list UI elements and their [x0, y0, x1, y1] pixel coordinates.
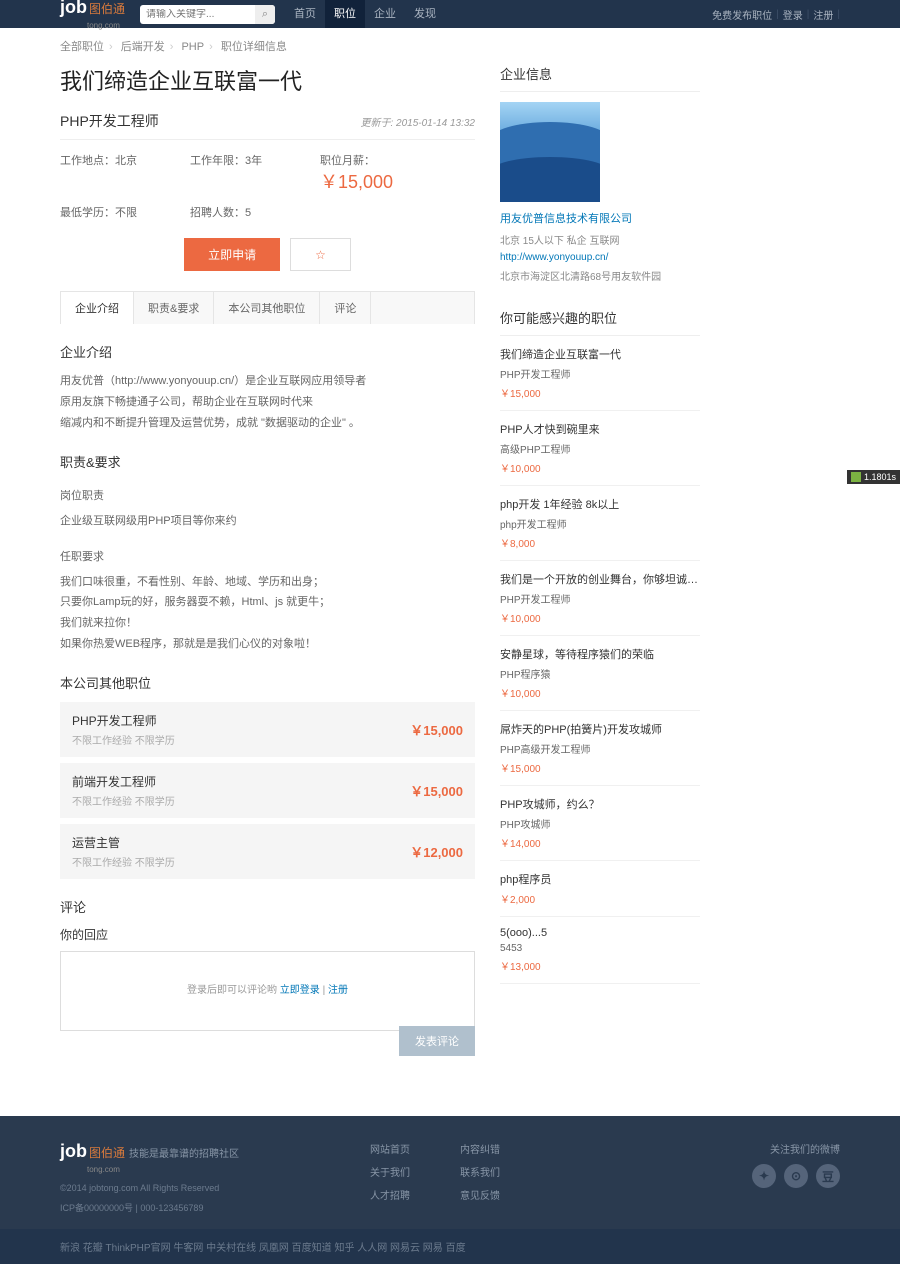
hint-register[interactable]: 注册: [328, 985, 348, 996]
page-title: 我们缔造企业互联富一代: [60, 64, 475, 96]
footer-link[interactable]: 内容纠错: [460, 1145, 500, 1156]
crumb-current: 职位详细信息: [221, 41, 287, 53]
register-link[interactable]: 注册: [813, 7, 833, 22]
company-website-link[interactable]: http://www.yonyouup.cn/: [500, 252, 700, 263]
footer-col1: 网站首页 关于我们 人才招聘: [370, 1141, 410, 1214]
friend-links: 新浪 花瓣 ThinkPHP官网 牛客网 中关村在线 凤凰网 百度知道 知乎 人…: [60, 1239, 840, 1254]
post-job-link[interactable]: 免费发布职位: [712, 7, 772, 22]
company-meta: 北京 15人以下 私企 互联网: [500, 232, 700, 247]
section-duty: 职责&要求 岗位职责 企业级互联网级用PHP项目等你来约 任职要求 我们口味很重…: [60, 452, 475, 655]
interest-item[interactable]: php程序员￥2,000: [500, 861, 700, 917]
company-name-link[interactable]: 用友优普信息技术有限公司: [500, 210, 700, 226]
logo-cn: 图伯通: [89, 2, 125, 16]
footer-col2: 内容纠错 联系我们 意见反馈: [460, 1141, 500, 1214]
apply-button[interactable]: 立即申请: [184, 238, 280, 271]
logo[interactable]: job 图伯通 tong.com: [60, 0, 125, 31]
interest-item[interactable]: php开发 1年经验 8k以上php开发工程师￥8,000: [500, 486, 700, 561]
section-intro: 企业介绍 用友优普（http://www.yonyouup.cn/）是企业互联网…: [60, 342, 475, 434]
info-grid: 工作地点：北京 工作年限：3年 职位月薪： ￥15,000 最低学历：不限 招聘…: [60, 152, 475, 220]
interest-item[interactable]: 我们是一个开放的创业舞台，你够坦诚、够任性，...PHP开发工程师￥10,000: [500, 561, 700, 636]
hint-login[interactable]: 立即登录: [280, 985, 320, 996]
douban-icon[interactable]: 豆: [816, 1164, 840, 1188]
logo-main: job: [60, 0, 87, 18]
breadcrumb: 全部职位› 后端开发› PHP› 职位详细信息: [60, 28, 840, 64]
nav-company[interactable]: 企业: [365, 0, 405, 28]
tabs: 企业介绍 职责&要求 本公司其他职位 评论: [60, 291, 475, 324]
section-comment: 评论 你的回应 登录后即可以评论哟 立即登录 | 注册 发表评论: [60, 897, 475, 996]
perf-badge: 1.1801s: [847, 470, 900, 484]
interest-section: 你可能感兴趣的职位 我们缔造企业互联富一代PHP开发工程师￥15,000PHP人…: [500, 308, 700, 984]
search-icon[interactable]: ⌕: [255, 5, 275, 24]
section-other-jobs: 本公司其他职位 PHP开发工程师不限工作经验 不限学历￥15,000前端开发工程…: [60, 673, 475, 879]
interest-item[interactable]: PHP攻城师，约么？PHP攻城师￥14,000: [500, 786, 700, 861]
footer-link[interactable]: 意见反馈: [460, 1191, 500, 1202]
login-link[interactable]: 登录: [783, 7, 803, 22]
company-image: [500, 102, 600, 202]
tab-duty[interactable]: 职责&要求: [134, 292, 214, 324]
search-box: ⌕: [140, 5, 275, 24]
other-job-item[interactable]: 运营主管不限工作经验 不限学历￥12,000: [60, 824, 475, 879]
tab-other[interactable]: 本公司其他职位: [214, 292, 320, 324]
weibo-icon[interactable]: ⊙: [784, 1164, 808, 1188]
footer-link[interactable]: 人才招聘: [370, 1191, 410, 1202]
interest-item[interactable]: 安静星球，等待程序猿们的荣临PHP程序猿￥10,000: [500, 636, 700, 711]
footer-link[interactable]: 关于我们: [370, 1168, 410, 1179]
tab-intro[interactable]: 企业介绍: [61, 292, 134, 324]
header-right: 免费发布职位 | 登录 | 注册 |: [712, 7, 840, 22]
nav-jobs[interactable]: 职位: [325, 0, 365, 28]
crumb-php[interactable]: PHP: [181, 41, 204, 53]
footer-logo: job 图伯通 tong.com 技能是最靠谱的招聘社区: [60, 1141, 325, 1175]
interest-item[interactable]: 我们缔造企业互联富一代PHP开发工程师￥15,000: [500, 336, 700, 411]
search-input[interactable]: [140, 9, 255, 20]
salary: ￥15,000: [320, 172, 393, 192]
job-subtitle: PHP开发工程师: [60, 111, 159, 131]
nav-discover[interactable]: 发现: [405, 0, 445, 28]
company-card: 企业信息 用友优普信息技术有限公司 北京 15人以下 私企 互联网 http:/…: [500, 64, 700, 283]
interest-item[interactable]: 5(ooo)...55453￥13,000: [500, 917, 700, 984]
footer-link[interactable]: 网站首页: [370, 1145, 410, 1156]
main-nav: 首页 职位 企业 发现: [285, 0, 445, 28]
footer-link[interactable]: 联系我们: [460, 1168, 500, 1179]
crumb-all[interactable]: 全部职位: [60, 41, 104, 53]
wechat-icon[interactable]: ✦: [752, 1164, 776, 1188]
crumb-backend[interactable]: 后端开发: [121, 41, 165, 53]
submit-comment-button[interactable]: 发表评论: [399, 1026, 475, 1056]
interest-item[interactable]: 屌炸天的PHP(拍簧片)开发攻城师PHP高级开发工程师￥15,000: [500, 711, 700, 786]
tab-comment[interactable]: 评论: [320, 292, 371, 324]
interest-item[interactable]: PHP人才快到碗里来高级PHP工程师￥10,000: [500, 411, 700, 486]
logo-sub: tong.com: [87, 21, 120, 30]
other-job-item[interactable]: PHP开发工程师不限工作经验 不限学历￥15,000: [60, 702, 475, 757]
comment-hint: 登录后即可以评论哟 立即登录 | 注册: [60, 981, 475, 996]
other-job-item[interactable]: 前端开发工程师不限工作经验 不限学历￥15,000: [60, 763, 475, 818]
update-time: 更新于: 2015-01-14 13:32: [360, 114, 475, 129]
company-address: 北京市海淀区北清路68号用友软件园: [500, 268, 700, 283]
nav-home[interactable]: 首页: [285, 0, 325, 28]
favorite-button[interactable]: ☆: [290, 238, 351, 271]
